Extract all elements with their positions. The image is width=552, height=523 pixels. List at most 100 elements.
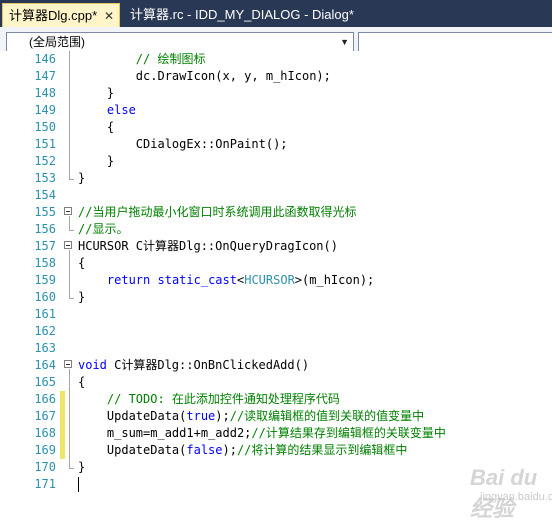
collapse-icon[interactable] [64, 360, 72, 368]
code-line[interactable]: 153} [0, 170, 552, 187]
line-number: 162 [34, 324, 56, 338]
change-marker [60, 442, 65, 459]
code-line[interactable]: 157 HCURSOR C计算器Dlg::OnQueryDragIcon() [0, 238, 552, 255]
scope-dropdown[interactable]: (全局范围) ▼ [6, 32, 354, 52]
collapse-icon[interactable] [64, 241, 72, 249]
outline-bar [69, 216, 70, 230]
code-token: //将计算的结果显示到编辑框中 [236, 443, 408, 457]
code-text: CDialogEx::OnPaint(); [78, 136, 288, 153]
code-text: UpdateData(false);//将计算的结果显示到编辑框中 [78, 442, 408, 459]
line-number: 153 [34, 171, 56, 185]
code-token: } [78, 154, 115, 168]
change-marker [60, 408, 65, 425]
code-editor[interactable]: 146 // 绘制图标 147 dc.DrawIcon(x, y, m_hIcon… [0, 51, 552, 521]
line-number: 163 [34, 341, 56, 355]
line-number: 170 [34, 460, 56, 474]
code-text: { [78, 119, 114, 136]
line-number: 149 [34, 103, 56, 117]
line-number: 148 [34, 86, 56, 100]
line-number: 146 [34, 52, 56, 66]
code-text: else [78, 102, 136, 119]
line-number: 151 [34, 137, 56, 151]
outline-bar-end [69, 468, 74, 469]
code-line[interactable]: 158 { [0, 255, 552, 272]
code-token: } [78, 290, 86, 304]
code-token: return [106, 273, 151, 287]
code-token: false [186, 443, 223, 457]
tab-label: 计算器.rc - IDD_MY_DIALOG - Dialog* [130, 7, 354, 22]
code-text: } [78, 153, 114, 170]
code-line[interactable]: 148 } [0, 85, 552, 102]
code-line[interactable]: 165 { [0, 374, 552, 391]
line-number: 147 [34, 69, 56, 83]
code-line[interactable]: 166 // TODO: 在此添加控件通知处理程序代码 [0, 391, 552, 408]
line-number: 165 [34, 375, 56, 389]
code-line[interactable]: 164 void C计算器Dlg::OnBnClickedAdd() [0, 357, 552, 374]
code-text: // 绘制图标 [78, 51, 206, 68]
line-number: 156 [34, 222, 56, 236]
code-text: m_sum=m_add1+m_add2;//计算结果存到编辑框的关联变量中 [78, 425, 446, 442]
code-line[interactable]: 146 // 绘制图标 [0, 51, 552, 68]
code-text: } [78, 85, 114, 102]
code-line[interactable]: 159 return static_cast<HCURSOR>(m_hIcon)… [0, 272, 552, 289]
code-token: HCURSOR C计算器Dlg::OnQueryDragIcon() [78, 239, 338, 253]
code-line[interactable]: 150 { [0, 119, 552, 136]
code-token: UpdateData( [78, 443, 187, 457]
close-icon[interactable]: ✕ [104, 4, 114, 28]
code-text: } [78, 170, 85, 187]
line-number: 161 [34, 307, 56, 321]
member-dropdown[interactable] [358, 32, 552, 52]
code-token: ); [215, 409, 230, 423]
code-token: { [78, 256, 86, 270]
code-line[interactable]: 167 UpdateData(true);//读取编辑框的值到关联的值变量中 [0, 408, 552, 425]
chevron-down-icon[interactable]: ▼ [340, 33, 349, 51]
code-line[interactable]: 154 [0, 187, 552, 204]
code-text: void C计算器Dlg::OnBnClickedAdd() [78, 357, 309, 374]
code-token: void [78, 358, 107, 372]
tab-dlg-cpp[interactable]: 计算器Dlg.cpp* ✕ [2, 3, 120, 27]
code-text: HCURSOR C计算器Dlg::OnQueryDragIcon() [78, 238, 338, 255]
change-marker [60, 391, 65, 408]
line-number: 168 [34, 426, 56, 440]
tab-dialog-rc[interactable]: 计算器.rc - IDD_MY_DIALOG - Dialog* [124, 3, 354, 27]
code-line[interactable]: 152 } [0, 153, 552, 170]
code-text: { [78, 374, 85, 391]
code-line[interactable]: 160} [0, 289, 552, 306]
code-token: // 绘制图标 [135, 52, 206, 66]
line-number: 159 [34, 273, 56, 287]
code-text: dc.DrawIcon(x, y, m_hIcon); [78, 68, 331, 85]
outline-bar-end [69, 230, 74, 231]
code-token: //当用户拖动最小化窗口时系统调用此函数取得光标 [78, 205, 357, 219]
watermark-url: jingyan.baidu.com [480, 491, 552, 503]
code-line[interactable]: 149 else [0, 102, 552, 119]
line-number: 171 [34, 477, 56, 491]
line-number: 150 [34, 120, 56, 134]
line-number: 155 [34, 205, 56, 219]
line-number: 167 [34, 409, 56, 423]
code-text: // TODO: 在此添加控件通知处理程序代码 [78, 391, 340, 408]
code-token: CDialogEx::OnPaint(); [78, 137, 288, 151]
code-line[interactable]: 162 [0, 323, 552, 340]
line-number: 169 [34, 443, 56, 457]
code-line[interactable]: 168 m_sum=m_add1+m_add2;//计算结果存到编辑框的关联变量… [0, 425, 552, 442]
code-token: { [78, 120, 115, 134]
code-line[interactable]: 169 UpdateData(false);//将计算的结果显示到编辑框中 [0, 442, 552, 459]
code-line[interactable]: 155 //当用户拖动最小化窗口时系统调用此函数取得光标 [0, 204, 552, 221]
code-line[interactable]: 147 dc.DrawIcon(x, y, m_hIcon); [0, 68, 552, 85]
code-token: else [106, 103, 136, 117]
code-token: { [78, 375, 86, 389]
collapse-icon[interactable] [64, 207, 72, 215]
code-text: //当用户拖动最小化窗口时系统调用此函数取得光标 [78, 204, 356, 221]
code-line[interactable]: 163 [0, 340, 552, 357]
code-line[interactable]: 156 //显示。 [0, 221, 552, 238]
code-line[interactable]: 151 CDialogEx::OnPaint(); [0, 136, 552, 153]
code-token: } [78, 460, 86, 474]
line-number: 152 [34, 154, 56, 168]
code-token: //读取编辑框的值到关联的值变量中 [229, 409, 425, 423]
document-tab-bar: 计算器Dlg.cpp* ✕ 计算器.rc - IDD_MY_DIALOG - D… [0, 0, 552, 27]
code-line[interactable]: 161 [0, 306, 552, 323]
line-number: 160 [34, 290, 56, 304]
